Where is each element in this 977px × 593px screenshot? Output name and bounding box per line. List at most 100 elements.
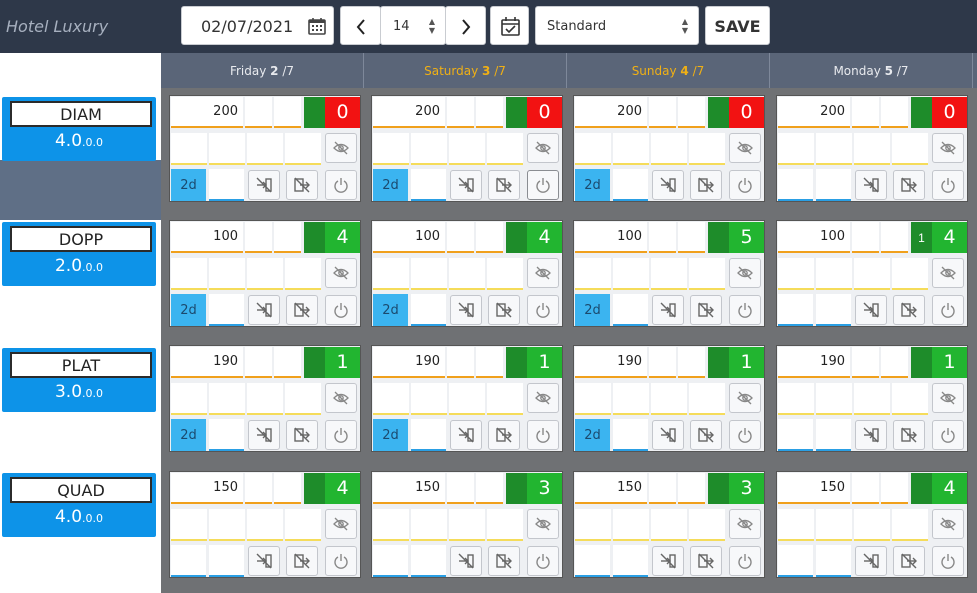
price-extra-input[interactable] xyxy=(245,473,272,504)
max-stay-input[interactable] xyxy=(816,545,851,577)
price-input[interactable]: 200 xyxy=(171,97,243,128)
no-departure-button[interactable] xyxy=(893,420,925,450)
no-arrival-button[interactable] xyxy=(855,295,887,325)
price-extra-input[interactable] xyxy=(649,97,676,128)
restriction-input[interactable] xyxy=(171,383,207,415)
hide-button[interactable] xyxy=(527,133,559,163)
restriction-input[interactable] xyxy=(575,383,611,415)
close-sale-button[interactable] xyxy=(325,295,357,325)
price-input[interactable]: 150 xyxy=(373,473,445,504)
restriction-input[interactable] xyxy=(171,133,207,165)
save-button[interactable]: SAVE xyxy=(705,6,770,45)
no-arrival-button[interactable] xyxy=(855,170,887,200)
close-sale-button[interactable] xyxy=(932,546,964,576)
availability-box[interactable]: 4 xyxy=(304,473,360,504)
restriction-input[interactable] xyxy=(778,383,814,415)
price-extra-input[interactable] xyxy=(852,473,879,504)
price-extra-input[interactable] xyxy=(476,347,503,378)
min-stay-badge[interactable]: 2d xyxy=(171,169,206,201)
price-input[interactable]: 150 xyxy=(778,473,850,504)
price-extra-input[interactable] xyxy=(274,347,301,378)
restriction-input[interactable] xyxy=(651,133,687,165)
price-extra-input[interactable] xyxy=(245,222,272,253)
hide-button[interactable] xyxy=(527,509,559,539)
close-sale-button[interactable] xyxy=(729,170,761,200)
restriction-input[interactable] xyxy=(247,258,283,290)
max-stay-input[interactable] xyxy=(209,419,244,451)
max-stay-input[interactable] xyxy=(816,169,851,201)
availability-box[interactable]: 3 xyxy=(506,473,562,504)
max-stay-input[interactable] xyxy=(411,419,446,451)
min-stay-badge[interactable]: 2d xyxy=(171,419,206,451)
calendar-icon[interactable] xyxy=(307,16,327,40)
restriction-input[interactable] xyxy=(411,383,447,415)
restriction-input[interactable] xyxy=(651,258,687,290)
restriction-input[interactable] xyxy=(487,509,523,541)
min-stay-input[interactable] xyxy=(778,545,813,577)
restriction-input[interactable] xyxy=(449,258,485,290)
prev-button[interactable] xyxy=(340,6,381,45)
no-departure-button[interactable] xyxy=(488,295,520,325)
restriction-input[interactable] xyxy=(209,258,245,290)
price-extra-input[interactable] xyxy=(881,222,908,253)
restriction-input[interactable] xyxy=(575,509,611,541)
price-extra-input[interactable] xyxy=(447,347,474,378)
no-departure-button[interactable] xyxy=(286,546,318,576)
restriction-input[interactable] xyxy=(449,383,485,415)
price-extra-input[interactable] xyxy=(678,473,705,504)
room-dopp[interactable]: DOPP 2.0.0.0 xyxy=(2,222,156,286)
min-stay-badge[interactable]: 2d xyxy=(373,169,408,201)
availability-box[interactable]: 1 xyxy=(911,347,967,378)
restriction-input[interactable] xyxy=(487,133,523,165)
close-sale-button[interactable] xyxy=(932,420,964,450)
restriction-input[interactable] xyxy=(689,383,725,415)
price-extra-input[interactable] xyxy=(649,473,676,504)
no-arrival-button[interactable] xyxy=(248,295,280,325)
price-extra-input[interactable] xyxy=(881,473,908,504)
price-input[interactable]: 190 xyxy=(778,347,850,378)
no-arrival-button[interactable] xyxy=(248,170,280,200)
restriction-input[interactable] xyxy=(816,133,852,165)
no-arrival-button[interactable] xyxy=(450,420,482,450)
no-departure-button[interactable] xyxy=(893,295,925,325)
no-arrival-button[interactable] xyxy=(450,170,482,200)
no-departure-button[interactable] xyxy=(690,170,722,200)
price-extra-input[interactable] xyxy=(678,97,705,128)
restriction-input[interactable] xyxy=(373,383,409,415)
close-sale-button[interactable] xyxy=(527,420,559,450)
no-arrival-button[interactable] xyxy=(248,546,280,576)
close-sale-button[interactable] xyxy=(729,295,761,325)
min-stay-input[interactable] xyxy=(778,419,813,451)
restriction-input[interactable] xyxy=(209,509,245,541)
hide-button[interactable] xyxy=(729,383,761,413)
hide-button[interactable] xyxy=(932,258,964,288)
max-stay-input[interactable] xyxy=(613,419,648,451)
restriction-input[interactable] xyxy=(373,509,409,541)
no-departure-button[interactable] xyxy=(488,546,520,576)
restriction-input[interactable] xyxy=(613,509,649,541)
min-stay-input[interactable] xyxy=(373,545,408,577)
max-stay-input[interactable] xyxy=(816,419,851,451)
restriction-input[interactable] xyxy=(892,383,928,415)
availability-box[interactable]: 0 xyxy=(506,97,562,128)
price-input[interactable]: 190 xyxy=(373,347,445,378)
price-extra-input[interactable] xyxy=(678,222,705,253)
no-departure-button[interactable] xyxy=(690,546,722,576)
no-departure-button[interactable] xyxy=(690,295,722,325)
hide-button[interactable] xyxy=(932,133,964,163)
restriction-input[interactable] xyxy=(575,258,611,290)
price-extra-input[interactable] xyxy=(852,97,879,128)
no-departure-button[interactable] xyxy=(488,420,520,450)
close-sale-button[interactable] xyxy=(932,295,964,325)
room-quad[interactable]: QUAD 4.0.0.0 xyxy=(2,473,156,537)
hide-button[interactable] xyxy=(729,509,761,539)
price-extra-input[interactable] xyxy=(649,347,676,378)
restriction-input[interactable] xyxy=(778,258,814,290)
price-extra-input[interactable] xyxy=(476,222,503,253)
restriction-input[interactable] xyxy=(373,258,409,290)
hide-button[interactable] xyxy=(325,509,357,539)
min-stay-input[interactable] xyxy=(171,545,206,577)
max-stay-input[interactable] xyxy=(613,294,648,326)
restriction-input[interactable] xyxy=(449,133,485,165)
restriction-input[interactable] xyxy=(778,509,814,541)
